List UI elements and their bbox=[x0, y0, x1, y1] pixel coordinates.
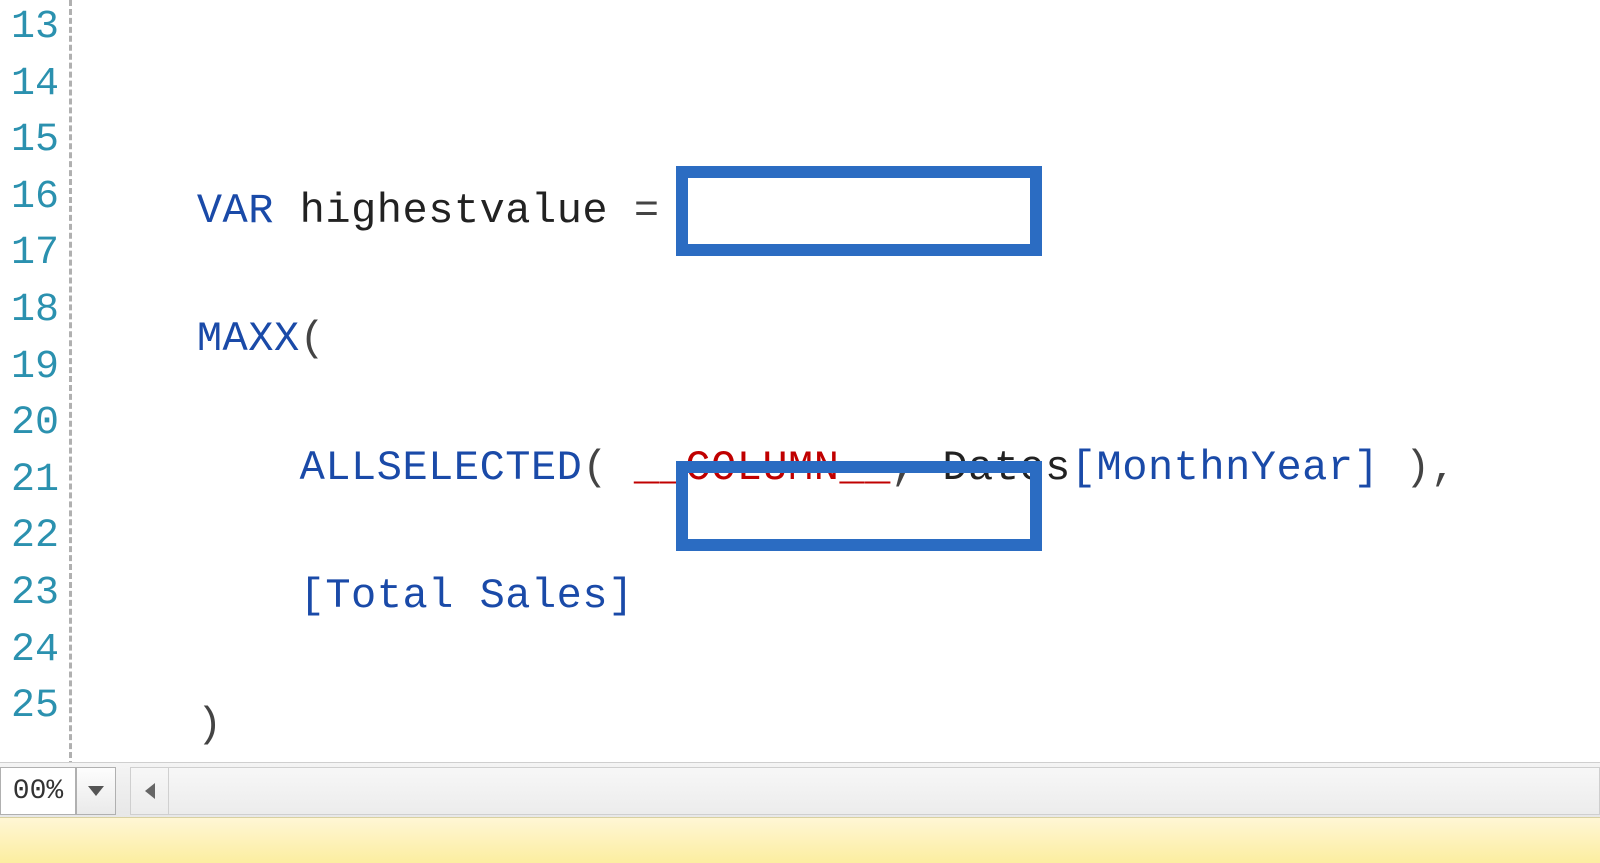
code-line[interactable]: ) bbox=[94, 697, 1600, 754]
open-paren: ( bbox=[300, 315, 326, 363]
status-bar bbox=[0, 817, 1600, 863]
code-line[interactable]: MAXX( bbox=[94, 311, 1600, 368]
identifier: highestvalue bbox=[300, 187, 608, 235]
comma: , bbox=[891, 444, 917, 492]
column-ref: [MonthnYear] bbox=[1071, 444, 1379, 492]
zoom-control[interactable]: 00% bbox=[0, 767, 116, 815]
open-paren: ( bbox=[582, 444, 608, 492]
line-number: 22 bbox=[0, 509, 69, 566]
chevron-left-icon bbox=[145, 783, 155, 799]
code-editor[interactable]: 13 14 15 16 17 18 19 20 21 22 23 24 25 V… bbox=[0, 0, 1600, 767]
line-number: 16 bbox=[0, 170, 69, 227]
code-line[interactable]: [Total Sales] bbox=[94, 568, 1600, 625]
keyword-var: VAR bbox=[197, 187, 274, 235]
line-number: 25 bbox=[0, 679, 69, 736]
table-ref: Dates bbox=[942, 444, 1071, 492]
line-number: 23 bbox=[0, 566, 69, 623]
code-line[interactable] bbox=[94, 54, 1600, 111]
function-allselected: ALLSELECTED bbox=[300, 444, 583, 492]
line-number: 14 bbox=[0, 57, 69, 114]
chevron-down-icon bbox=[88, 786, 104, 796]
line-number: 19 bbox=[0, 340, 69, 397]
close-paren: ) bbox=[197, 701, 223, 749]
line-number: 18 bbox=[0, 283, 69, 340]
line-number: 17 bbox=[0, 226, 69, 283]
zoom-value[interactable]: 00% bbox=[0, 767, 76, 815]
line-number-gutter: 13 14 15 16 17 18 19 20 21 22 23 24 25 bbox=[0, 0, 72, 767]
line-number: 20 bbox=[0, 396, 69, 453]
line-number: 21 bbox=[0, 453, 69, 510]
operator-equals: = bbox=[634, 187, 660, 235]
placeholder-column: __COLUMN__ bbox=[634, 444, 891, 492]
measure-ref: [Total Sales] bbox=[300, 572, 634, 620]
line-number: 13 bbox=[0, 0, 69, 57]
line-number: 24 bbox=[0, 623, 69, 680]
code-line[interactable]: VAR highestvalue = bbox=[94, 183, 1600, 240]
close-paren-comma: ), bbox=[1405, 444, 1456, 492]
code-line[interactable]: ALLSELECTED( __COLUMN__, Dates[MonthnYea… bbox=[94, 440, 1600, 497]
editor-footer: 00% bbox=[0, 762, 1600, 818]
scroll-left-button[interactable] bbox=[131, 768, 169, 814]
line-number: 15 bbox=[0, 113, 69, 170]
function-maxx: MAXX bbox=[197, 315, 300, 363]
horizontal-scrollbar[interactable] bbox=[130, 767, 1600, 815]
zoom-dropdown-button[interactable] bbox=[76, 767, 116, 815]
code-area[interactable]: VAR highestvalue = MAXX( ALLSELECTED( __… bbox=[72, 0, 1600, 767]
